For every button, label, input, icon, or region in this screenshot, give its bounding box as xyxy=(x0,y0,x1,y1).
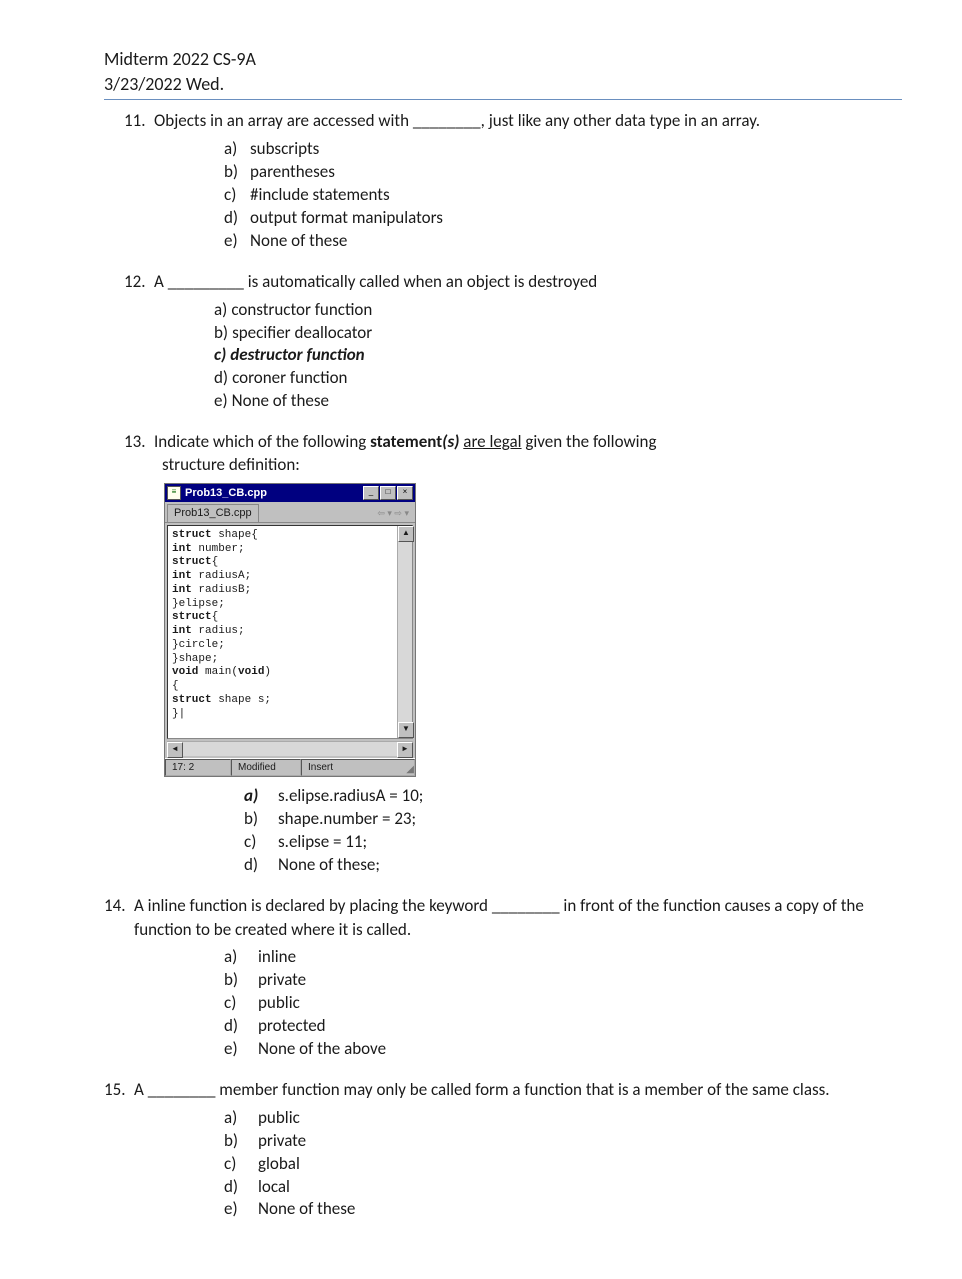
q15-text-b: member function may only be called form … xyxy=(215,1079,829,1100)
code-tab[interactable]: Prob13_CB.cpp xyxy=(167,504,259,522)
q15-number: 15. xyxy=(104,1079,134,1222)
doc-title: Midterm 2022 CS-9A xyxy=(104,48,902,70)
q15-opt-e: e)None of these xyxy=(224,1198,902,1221)
q11-opt-c: c)#include statements xyxy=(224,184,902,207)
q14-text-c: function to be created where it is calle… xyxy=(134,919,902,942)
q12-opt-e: e)None of these xyxy=(214,390,902,413)
q11-text-a: Objects in an array are accessed with xyxy=(154,110,413,131)
code-statusbar: 17: 2 Modified Insert◢ xyxy=(165,758,415,777)
q11-opt-b: b)parentheses xyxy=(224,161,902,184)
q12-text-b: is automatically called when an object i… xyxy=(244,271,597,292)
question-15: 15. A ________ member function may only … xyxy=(104,1079,902,1222)
q13-number: 13. xyxy=(124,431,154,877)
code-body[interactable]: struct shape{ int number; struct{ int ra… xyxy=(168,526,412,738)
vertical-scrollbar[interactable]: ▲ ▼ xyxy=(397,526,412,738)
scroll-down-icon[interactable]: ▼ xyxy=(398,722,414,738)
q12-blank: _________ xyxy=(168,271,244,295)
q14-text-b: in front of the function causes a copy o… xyxy=(560,895,864,916)
q14-number: 14. xyxy=(104,895,134,1061)
minimize-icon[interactable]: _ xyxy=(363,486,379,500)
q14-opt-a: a)inline xyxy=(224,946,902,969)
q11-opt-a: a)subscripts xyxy=(224,138,902,161)
code-title: Prob13_CB.cpp xyxy=(185,486,362,501)
doc-date: 3/23/2022 Wed. xyxy=(104,73,902,95)
status-ins: Insert◢ xyxy=(301,759,415,777)
q12-opt-b: b)specifier deallocator xyxy=(214,322,902,345)
q13-opt-c: c)s.elipse = 11; xyxy=(244,831,902,854)
q14-options: a)inline b)private c)public d)protected … xyxy=(134,946,902,1061)
window-buttons: _ □ × xyxy=(362,486,413,500)
q14-blank: ________ xyxy=(492,895,560,919)
resize-grip-icon: ◢ xyxy=(402,763,414,775)
q14-opt-b: b)private xyxy=(224,969,902,992)
question-13: 13. Indicate which of the following stat… xyxy=(124,431,902,877)
status-pos: 17: 2 xyxy=(165,759,231,777)
q12-opt-c: c)destructor function xyxy=(214,344,902,367)
q11-opt-d: d)output format manipulators xyxy=(224,207,902,230)
nav-arrows[interactable]: ⇦ ▾ ⇨ ▾ xyxy=(377,507,413,519)
q11-blank: ________ xyxy=(413,110,481,134)
q11-options: a)subscripts b)parentheses c)#include st… xyxy=(154,138,902,253)
q12-text-a: A xyxy=(154,271,168,292)
file-icon: ≡ xyxy=(167,486,181,500)
code-tabbar: Prob13_CB.cpp ⇦ ▾ ⇨ ▾ xyxy=(165,502,415,523)
q12-options: a)constructor function b)specifier deall… xyxy=(154,299,902,414)
q11-number: 11. xyxy=(124,110,154,253)
q15-opt-a: a)public xyxy=(224,1107,902,1130)
q13-text-d: structure definition: xyxy=(162,454,902,477)
q13-opt-d: d)None of these; xyxy=(244,854,902,877)
q11-text-b: , just like any other data type in an ar… xyxy=(481,110,760,131)
scroll-left-icon[interactable]: ◄ xyxy=(167,742,183,758)
code-area: struct shape{ int number; struct{ int ra… xyxy=(167,525,413,739)
q13-text-a: Indicate which of the following xyxy=(154,431,370,452)
q11-opt-e: e)None of these xyxy=(224,230,902,253)
q15-opt-b: b)private xyxy=(224,1130,902,1153)
status-mode: Modified xyxy=(231,759,301,777)
q15-opt-c: c)global xyxy=(224,1153,902,1176)
q13-options: a)s.elipse.radiusA = 10; b)shape.number … xyxy=(154,785,902,877)
q15-opt-d: d)local xyxy=(224,1176,902,1199)
q15-options: a)public b)private c)global d)local e)No… xyxy=(134,1107,902,1222)
q14-opt-d: d)protected xyxy=(224,1015,902,1038)
q12-number: 12. xyxy=(124,271,154,414)
question-12: 12. A _________ is automatically called … xyxy=(124,271,902,414)
code-window: ≡ Prob13_CB.cpp _ □ × Prob13_CB.cpp ⇦ ▾ … xyxy=(164,483,416,777)
q12-opt-a: a)constructor function xyxy=(214,299,902,322)
q13-bold: statement xyxy=(370,431,442,452)
scroll-right-icon[interactable]: ► xyxy=(397,742,413,758)
q12-opt-d: d)coroner function xyxy=(214,367,902,390)
q13-opt-a: a)s.elipse.radiusA = 10; xyxy=(244,785,902,808)
q13-opt-b: b)shape.number = 23; xyxy=(244,808,902,831)
q13-text-c: given the following xyxy=(522,431,657,452)
horizontal-scrollbar[interactable]: ◄ ► xyxy=(167,741,413,756)
q14-text-a: A inline function is declared by placing… xyxy=(134,895,492,916)
question-14: 14. A inline function is declared by pla… xyxy=(104,895,902,1061)
q15-blank: ________ xyxy=(148,1079,216,1103)
q14-opt-c: c)public xyxy=(224,992,902,1015)
q14-opt-e: e)None of the above xyxy=(224,1038,902,1061)
close-icon[interactable]: × xyxy=(397,486,413,500)
question-11: 11. Objects in an array are accessed wit… xyxy=(124,110,902,253)
q15-text-a: A xyxy=(134,1079,148,1100)
q13-ul: are legal xyxy=(463,431,521,452)
q13-bolditalic: (s) xyxy=(442,431,459,452)
scroll-up-icon[interactable]: ▲ xyxy=(398,526,414,542)
header-rule xyxy=(104,99,902,100)
maximize-icon[interactable]: □ xyxy=(380,486,396,500)
code-titlebar: ≡ Prob13_CB.cpp _ □ × xyxy=(165,484,415,502)
